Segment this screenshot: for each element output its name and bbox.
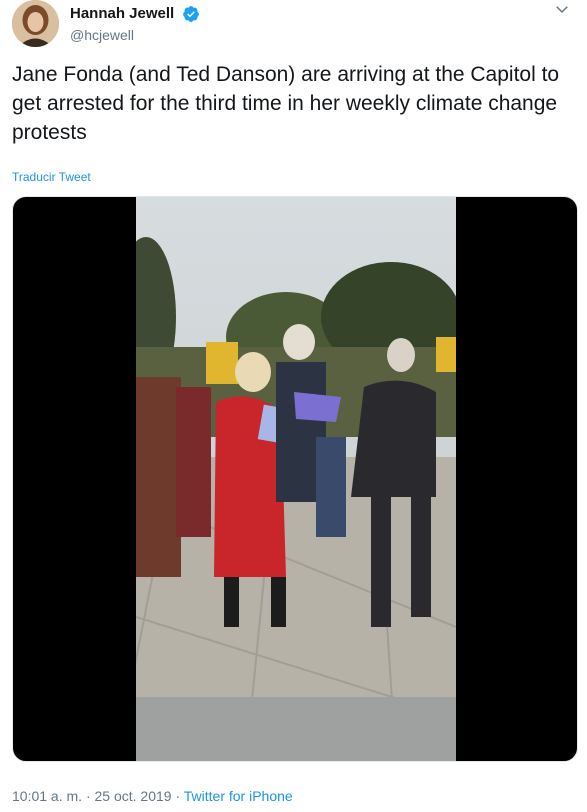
verified-badge-icon <box>182 6 199 22</box>
tweet-video[interactable] <box>12 196 578 762</box>
chevron-down-icon[interactable] <box>553 0 571 18</box>
tweet-meta: 10:01 a. m. · 25 oct. 2019 · Twitter for… <box>12 788 293 804</box>
author-names: Hannah Jewell @hcjewell <box>70 4 200 44</box>
tweet-text: Jane Fonda (and Ted Danson) are arriving… <box>12 63 560 144</box>
video-thumbnail <box>136 197 456 761</box>
tweet-time[interactable]: 10:01 a. m. <box>12 788 82 804</box>
handle[interactable]: @hcjewell <box>70 26 200 44</box>
tweet-header: Hannah Jewell @hcjewell <box>12 0 575 50</box>
avatar-photo <box>12 0 59 47</box>
tweet-date[interactable]: 25 oct. 2019 <box>95 788 172 804</box>
display-name[interactable]: Hannah Jewell <box>70 4 174 24</box>
translate-tweet-link[interactable]: Traducir Tweet <box>12 170 91 184</box>
meta-separator: · <box>85 788 91 804</box>
tweet-source-link[interactable]: Twitter for iPhone <box>184 788 293 804</box>
avatar[interactable] <box>12 0 59 47</box>
meta-separator: · <box>175 788 181 804</box>
video-frame[interactable] <box>136 197 456 761</box>
